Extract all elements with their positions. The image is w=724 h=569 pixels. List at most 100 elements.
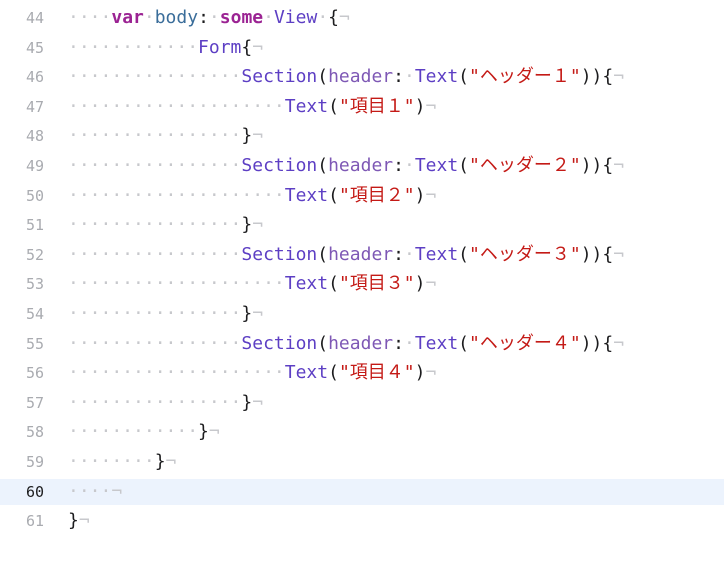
token-ws: ·: [317, 7, 329, 28]
line-number: 53: [25, 275, 44, 294]
indent-whitespace: ················: [68, 66, 242, 88]
token-punc: (: [317, 243, 329, 265]
token-punc: )): [580, 66, 603, 88]
code-line[interactable]: 57 ················}¬: [0, 390, 724, 416]
line-number: 57: [25, 393, 44, 412]
code-text: ············Form{¬: [68, 35, 263, 61]
token-eol: ¬: [425, 95, 437, 117]
code-text: ····················Text("項目４")¬: [68, 360, 436, 386]
token-punc: )): [580, 155, 603, 176]
token-punc: {: [241, 36, 253, 58]
indent-whitespace: ················: [68, 303, 242, 324]
indent-whitespace: ················: [68, 125, 242, 147]
token-punc: (: [328, 95, 339, 117]
token-eol: ¬: [78, 510, 90, 532]
token-eol: ¬: [613, 66, 625, 88]
token-param: header: [328, 66, 394, 88]
indent-whitespace: ················: [68, 332, 242, 354]
token-eol: ¬: [613, 155, 625, 176]
code-text: ····················Text("項目１")¬: [68, 94, 436, 120]
indent-whitespace: ····················: [68, 273, 285, 295]
code-line[interactable]: 47 ····················Text("項目１")¬: [0, 94, 724, 120]
line-number: 58: [25, 423, 44, 442]
token-eol: ¬: [425, 273, 437, 295]
token-kw: var: [111, 7, 144, 28]
code-line[interactable]: 55 ················Section(header:·Text("…: [0, 331, 724, 357]
code-line[interactable]: 48 ················}¬: [0, 123, 724, 149]
code-text: ····var·body:·some·View·{¬: [68, 5, 350, 31]
line-number: 46: [25, 68, 44, 87]
token-eol: ¬: [165, 451, 177, 472]
code-text: ················Section(header:·Text("ヘッ…: [68, 242, 624, 268]
code-text: ················Section(header:·Text("ヘッ…: [68, 153, 624, 179]
code-line[interactable]: 53 ····················Text("項目３")¬: [0, 271, 724, 297]
code-line[interactable]: 52 ················Section(header:·Text("…: [0, 242, 724, 268]
code-line[interactable]: 46 ················Section(header:·Text("…: [0, 64, 724, 90]
token-punc: :: [393, 155, 404, 176]
token-punc: :: [393, 66, 404, 88]
line-number: 54: [25, 305, 44, 323]
indent-whitespace: ····················: [68, 95, 285, 117]
line-number: 51: [25, 216, 44, 235]
token-prop: body: [154, 7, 199, 28]
code-line[interactable]: 50 ····················Text("項目２")¬: [0, 183, 724, 209]
token-eol: ¬: [252, 36, 264, 58]
code-line[interactable]: 56 ····················Text("項目４")¬: [0, 360, 724, 386]
token-type: Section: [241, 66, 318, 88]
token-eol: ¬: [425, 184, 437, 206]
token-eol: ¬: [252, 303, 264, 324]
token-eol: ¬: [339, 7, 350, 28]
token-param: header: [328, 155, 394, 176]
token-punc: }: [241, 391, 253, 413]
token-type: Form: [198, 36, 242, 58]
indent-whitespace: ················: [68, 243, 242, 265]
token-str: "ヘッダー１": [469, 66, 581, 88]
token-type: Section: [241, 155, 318, 176]
token-kw: some: [219, 7, 264, 28]
token-punc: {: [602, 243, 614, 265]
token-str: "ヘッダー２": [469, 155, 581, 176]
token-type: Text: [414, 155, 459, 176]
token-param: header: [328, 243, 394, 265]
code-text: ················}¬: [68, 212, 263, 238]
token-punc: (: [458, 155, 470, 176]
token-eol: ¬: [425, 362, 437, 384]
code-text: ····¬: [68, 479, 122, 505]
code-text: ····················Text("項目２")¬: [68, 183, 436, 209]
indent-whitespace: ············: [68, 36, 199, 58]
code-line[interactable]: 59 ········}¬: [0, 449, 724, 475]
code-line[interactable]: 58 ············}¬: [0, 419, 724, 445]
indent-whitespace: ············: [68, 421, 199, 443]
indent-whitespace: ················: [68, 391, 242, 413]
code-line[interactable]: 54 ················}¬: [0, 301, 724, 327]
code-line[interactable]: 61}¬: [0, 508, 724, 534]
code-line[interactable]: 44 ····var·body:·some·View·{¬: [0, 5, 724, 31]
token-punc: ): [414, 184, 426, 206]
indent-whitespace: ····: [68, 480, 112, 502]
token-punc: (: [328, 362, 339, 384]
token-punc: (: [328, 184, 339, 206]
token-eol: ¬: [613, 243, 625, 265]
line-number: 60: [25, 482, 44, 501]
token-ws: ·: [263, 7, 274, 28]
code-text: ····················Text("項目３")¬: [68, 271, 436, 297]
token-eol: ¬: [252, 214, 264, 236]
token-punc: :: [393, 243, 404, 265]
token-type: Section: [241, 243, 318, 265]
token-punc: }: [241, 214, 253, 236]
code-line[interactable]: 45 ············Form{¬: [0, 35, 724, 61]
token-ws: ·: [403, 332, 415, 354]
code-line[interactable]: 49 ················Section(header:·Text("…: [0, 153, 724, 179]
code-line[interactable]: 51 ················}¬: [0, 212, 724, 238]
token-str: "項目４": [338, 362, 415, 384]
code-line[interactable]: 60 ····¬: [0, 478, 724, 505]
token-eol: ¬: [208, 421, 220, 443]
token-punc: (: [458, 332, 470, 354]
token-type: Text: [284, 95, 329, 117]
token-str: "項目３": [338, 273, 415, 295]
token-type: Text: [414, 243, 459, 265]
code-text: ················Section(header:·Text("ヘッ…: [68, 331, 624, 357]
token-ws: ·: [403, 66, 415, 88]
token-punc: (: [458, 243, 470, 265]
indent-whitespace: ····················: [68, 184, 285, 206]
